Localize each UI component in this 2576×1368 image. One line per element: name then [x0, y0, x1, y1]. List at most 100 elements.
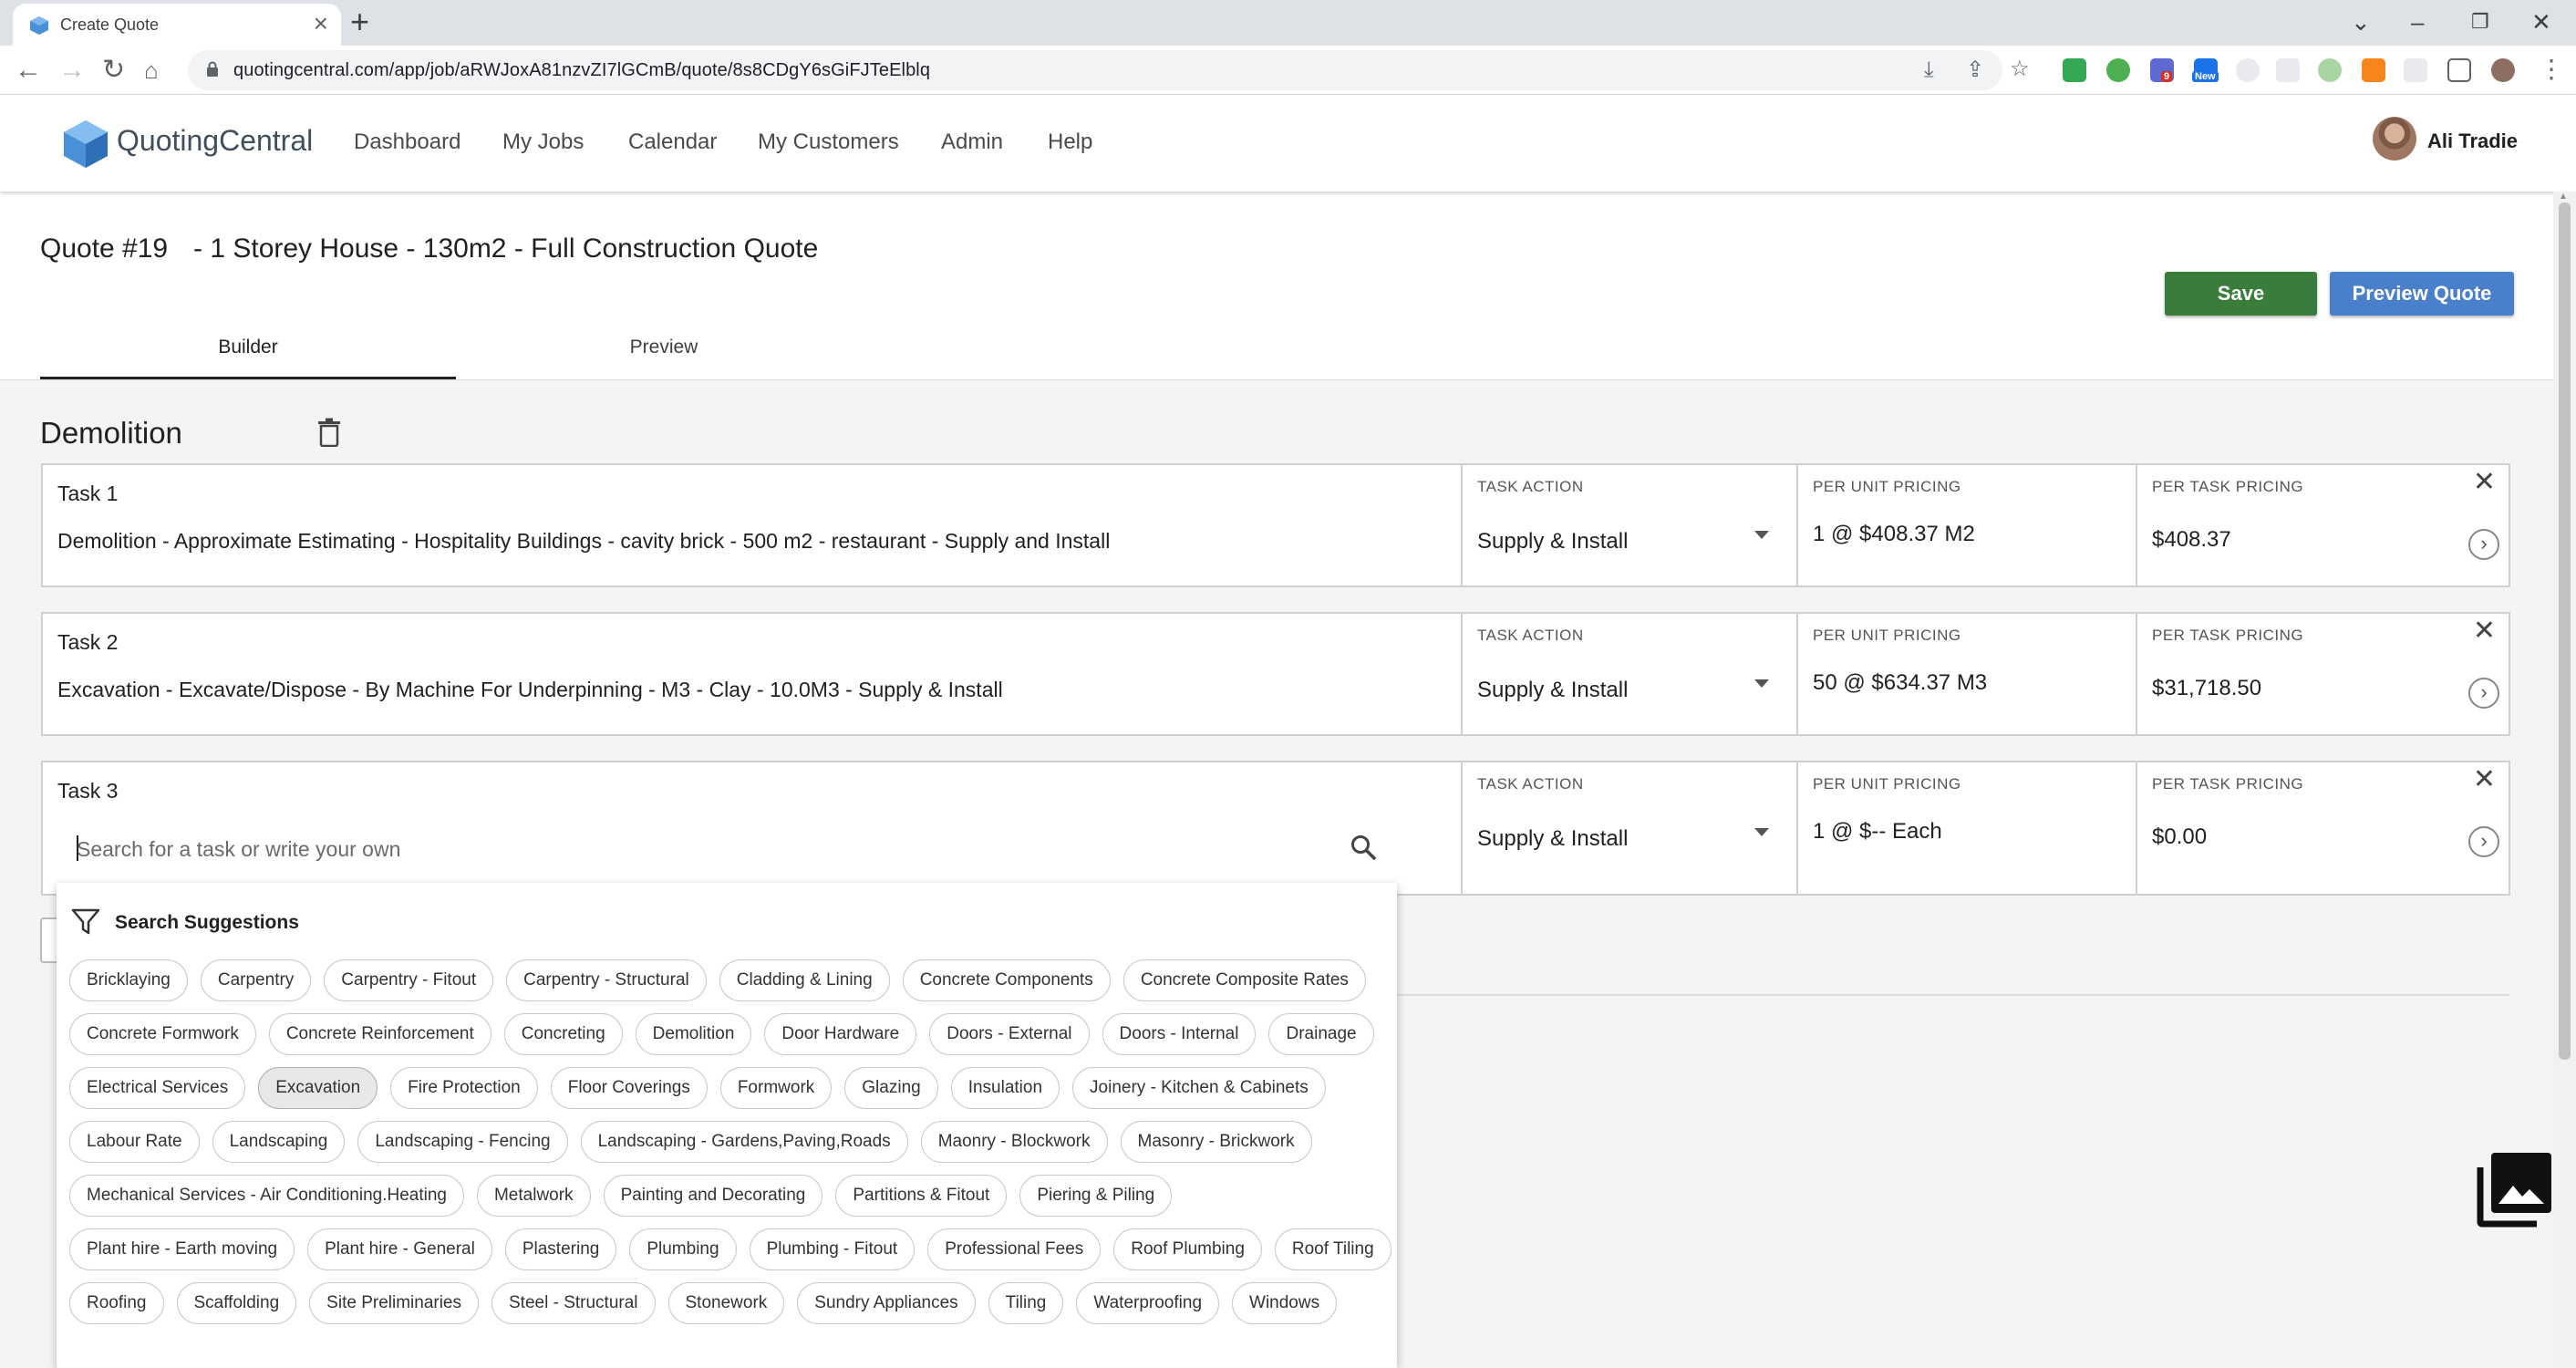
suggestion-chip[interactable]: Carpentry: [200, 959, 312, 1001]
extension-icon[interactable]: New: [2192, 58, 2219, 82]
extension-icon[interactable]: [2063, 58, 2086, 82]
suggestion-chip[interactable]: Fire Protection: [390, 1067, 538, 1109]
task-description[interactable]: Demolition - Approximate Estimating - Ho…: [57, 529, 1110, 554]
suggestion-chip[interactable]: Concrete Composite Rates: [1122, 959, 1366, 1001]
suggestion-chip[interactable]: Waterproofing: [1076, 1282, 1220, 1324]
tab-search-icon[interactable]: ⌄: [2351, 4, 2371, 40]
user-name[interactable]: Ali Tradie: [2427, 130, 2518, 153]
per-unit-pricing[interactable]: PER UNIT PRICING 1 @ $408.37 M2: [1796, 465, 2136, 586]
extension-icon[interactable]: [2318, 58, 2342, 82]
reload-icon[interactable]: ↻: [102, 54, 125, 87]
extension-icon[interactable]: [2106, 58, 2130, 82]
suggestion-chip[interactable]: Floor Coverings: [550, 1067, 708, 1109]
suggestion-chip[interactable]: Steel - Structural: [491, 1282, 656, 1324]
suggestion-chip[interactable]: Cladding & Lining: [719, 959, 890, 1001]
tab-close-icon[interactable]: ×: [314, 11, 328, 36]
nav-my-customers[interactable]: My Customers: [758, 130, 899, 155]
suggestion-chip[interactable]: Concrete Reinforcement: [268, 1013, 491, 1055]
task-action-select[interactable]: TASK ACTION Supply & Install: [1461, 762, 1796, 894]
task-description[interactable]: Excavation - Excavate/Dispose - By Machi…: [57, 678, 1003, 702]
suggestion-chip[interactable]: Concreting: [503, 1013, 623, 1055]
suggestion-chip[interactable]: Plumbing: [629, 1228, 737, 1270]
puzzle-icon[interactable]: [2404, 58, 2427, 82]
suggestion-chip[interactable]: Formwork: [719, 1067, 833, 1109]
suggestion-chip[interactable]: Labour Rate: [69, 1121, 200, 1163]
suggestion-chip[interactable]: Plastering: [504, 1228, 617, 1270]
suggestion-chip[interactable]: Stonework: [667, 1282, 785, 1324]
minimize-icon[interactable]: –: [2411, 4, 2424, 40]
suggestion-chip[interactable]: Professional Fees: [927, 1228, 1102, 1270]
suggestion-chip[interactable]: Site Preliminaries: [309, 1282, 479, 1324]
nav-help[interactable]: Help: [1048, 130, 1092, 155]
suggestion-chip[interactable]: Roofing: [69, 1282, 164, 1324]
suggestion-chip[interactable]: Painting and Decorating: [603, 1175, 823, 1217]
suggestion-chip[interactable]: Roof Plumbing: [1113, 1228, 1262, 1270]
suggestion-chip[interactable]: Landscaping - Gardens,Paving,Roads: [580, 1121, 908, 1163]
nav-admin[interactable]: Admin: [941, 130, 1003, 155]
profile-icon[interactable]: [2491, 58, 2515, 82]
suggestion-chip[interactable]: Plant hire - General: [307, 1228, 492, 1270]
nav-my-jobs[interactable]: My Jobs: [502, 130, 584, 155]
per-unit-pricing[interactable]: PER UNIT PRICING 50 @ $634.37 M3: [1796, 614, 2136, 734]
suggestion-chip[interactable]: Landscaping: [212, 1121, 346, 1163]
suggestion-chip[interactable]: Roof Tiling: [1274, 1228, 1391, 1270]
suggestion-chip[interactable]: Bricklaying: [69, 959, 188, 1001]
suggestion-chip[interactable]: Joinery - Kitchen & Cabinets: [1072, 1067, 1326, 1109]
extension-icon[interactable]: 9: [2150, 58, 2174, 82]
new-tab-icon[interactable]: +: [350, 5, 369, 38]
suggestion-chip[interactable]: Demolition: [635, 1013, 752, 1055]
photo-gallery-icon[interactable]: [2477, 1151, 2553, 1228]
brand-name[interactable]: QuotingCentral: [117, 124, 313, 158]
side-panel-icon[interactable]: [2447, 58, 2471, 82]
suggestion-chip[interactable]: Maonry - Blockwork: [920, 1121, 1108, 1163]
trash-icon[interactable]: [317, 418, 341, 447]
tab-builder[interactable]: Builder: [40, 316, 456, 379]
save-button[interactable]: Save: [2165, 272, 2317, 316]
suggestion-chip[interactable]: Sundry Appliances: [797, 1282, 976, 1324]
scroll-up-icon[interactable]: ▲: [2559, 192, 2568, 202]
suggestion-chip[interactable]: Scaffolding: [176, 1282, 297, 1324]
suggestion-chip[interactable]: Masonry - Brickwork: [1120, 1121, 1312, 1163]
suggestion-chip[interactable]: Piering & Piling: [1019, 1175, 1173, 1217]
chevron-right-icon[interactable]: ›: [2468, 678, 2499, 709]
suggestion-chip[interactable]: Drainage: [1268, 1013, 1374, 1055]
forward-icon[interactable]: →: [58, 54, 86, 87]
home-icon[interactable]: ⌂: [144, 54, 159, 87]
metamask-icon[interactable]: [2362, 58, 2385, 82]
task-action-select[interactable]: TASK ACTION Supply & Install: [1461, 465, 1796, 586]
per-unit-pricing[interactable]: PER UNIT PRICING 1 @ $-- Each: [1796, 762, 2136, 894]
address-bar[interactable]: quotingcentral.com/app/job/aRWJoxA81nzvZ…: [188, 50, 2030, 90]
suggestion-chip[interactable]: Doors - External: [929, 1013, 1090, 1055]
tab-preview[interactable]: Preview: [456, 316, 872, 379]
suggestion-chip[interactable]: Electrical Services: [69, 1067, 246, 1109]
suggestion-chip[interactable]: Windows: [1232, 1282, 1338, 1324]
suggestion-chip[interactable]: Excavation: [258, 1067, 378, 1109]
suggestion-chip[interactable]: Mechanical Services - Air Conditioning.H…: [69, 1175, 464, 1217]
browser-tab[interactable]: Create Quote ×: [13, 4, 341, 46]
page-scrollbar[interactable]: ▲: [2553, 192, 2576, 1368]
nav-dashboard[interactable]: Dashboard: [354, 130, 460, 155]
close-window-icon[interactable]: ✕: [2531, 4, 2551, 40]
remove-task-icon[interactable]: ✕: [2473, 469, 2496, 496]
bookmark-star-icon[interactable]: ☆: [2010, 57, 2030, 81]
install-icon[interactable]: ⤓: [1924, 58, 1934, 82]
suggestion-chip[interactable]: Concrete Formwork: [69, 1013, 256, 1055]
suggestion-chip[interactable]: Insulation: [950, 1067, 1060, 1109]
suggestion-chip[interactable]: Tiling: [988, 1282, 1064, 1324]
suggestion-chip[interactable]: Plant hire - Earth moving: [69, 1228, 295, 1270]
scrollbar-thumb[interactable]: [2559, 202, 2571, 1060]
chevron-right-icon[interactable]: ›: [2468, 826, 2499, 857]
suggestion-chip[interactable]: Door Hardware: [764, 1013, 917, 1055]
restore-icon[interactable]: ❐: [2471, 4, 2489, 40]
task-search-input[interactable]: [77, 833, 1353, 865]
suggestion-chip[interactable]: Carpentry - Structural: [506, 959, 707, 1001]
suggestion-chip[interactable]: Plumbing - Fitout: [749, 1228, 916, 1270]
chevron-right-icon[interactable]: ›: [2468, 529, 2499, 560]
remove-task-icon[interactable]: ✕: [2473, 766, 2496, 793]
nav-calendar[interactable]: Calendar: [628, 130, 717, 155]
preview-quote-button[interactable]: Preview Quote: [2330, 272, 2514, 316]
search-icon[interactable]: [1350, 834, 1377, 861]
suggestion-chip[interactable]: Partitions & Fitout: [835, 1175, 1008, 1217]
avatar[interactable]: [2373, 117, 2416, 161]
cloud-icon[interactable]: [2236, 58, 2260, 82]
